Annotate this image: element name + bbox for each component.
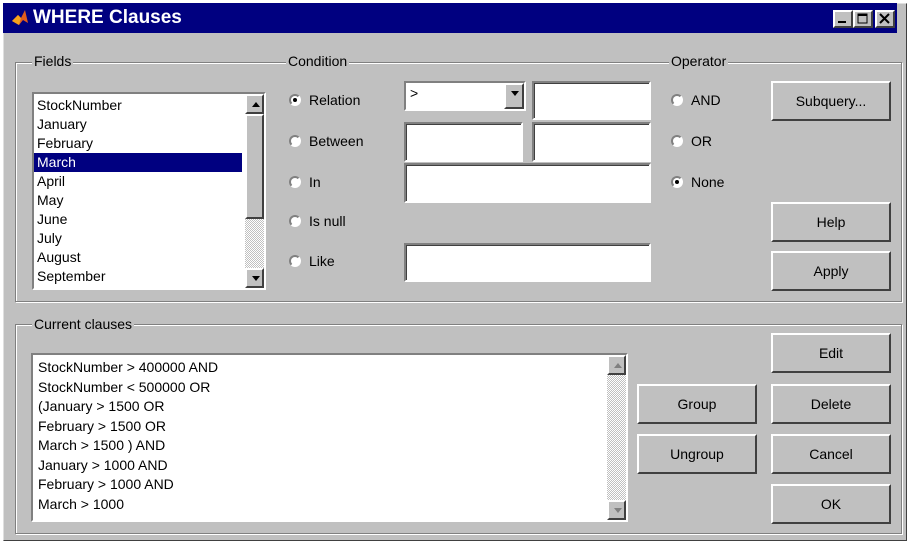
minimize-button[interactable] bbox=[833, 10, 853, 28]
dropdown-button[interactable] bbox=[504, 83, 524, 109]
scroll-down-button[interactable] bbox=[607, 500, 626, 520]
maximize-icon bbox=[857, 13, 868, 24]
window-title: WHERE Clauses bbox=[33, 7, 182, 28]
condition-group-label: Condition bbox=[286, 53, 350, 69]
and-radio[interactable]: AND bbox=[671, 90, 721, 110]
clauses-scrollbar[interactable] bbox=[607, 355, 626, 520]
current-clauses-listbox[interactable]: StockNumber > 400000 AND StockNumber < 50… bbox=[31, 353, 628, 522]
list-item[interactable]: StockNumber bbox=[34, 96, 242, 115]
group-button[interactable]: Group bbox=[637, 384, 757, 424]
between-max-input[interactable] bbox=[532, 122, 651, 162]
radio-dot bbox=[671, 176, 683, 188]
list-item[interactable]: September bbox=[34, 267, 242, 286]
matlab-icon bbox=[12, 10, 28, 25]
radio-dot bbox=[289, 215, 301, 227]
list-item[interactable]: January bbox=[34, 115, 242, 134]
relation-value-input[interactable] bbox=[532, 81, 651, 120]
radio-dot bbox=[289, 176, 301, 188]
in-values-input[interactable] bbox=[404, 163, 651, 203]
fields-scrollbar[interactable] bbox=[245, 94, 264, 288]
like-label: Like bbox=[309, 253, 335, 269]
minimize-icon bbox=[838, 21, 846, 23]
arrow-up-icon bbox=[252, 102, 260, 107]
list-item[interactable]: July bbox=[34, 229, 242, 248]
list-item[interactable]: May bbox=[34, 191, 242, 210]
clause-line[interactable]: March > 1500 ) AND bbox=[35, 436, 605, 456]
between-label: Between bbox=[309, 133, 364, 149]
arrow-up-icon bbox=[614, 363, 622, 368]
delete-button[interactable]: Delete bbox=[771, 384, 891, 424]
list-item[interactable]: June bbox=[34, 210, 242, 229]
edit-button[interactable]: Edit bbox=[771, 333, 891, 373]
between-min-input[interactable] bbox=[404, 122, 523, 162]
maximize-button[interactable] bbox=[853, 10, 873, 28]
clause-line[interactable]: March > 1000 bbox=[35, 495, 605, 515]
isnull-label: Is null bbox=[309, 213, 346, 229]
radio-dot bbox=[289, 94, 301, 106]
fields-scroll-thumb[interactable] bbox=[245, 114, 264, 219]
or-label: OR bbox=[691, 133, 712, 149]
arrow-down-icon bbox=[252, 276, 260, 281]
close-button[interactable] bbox=[875, 10, 895, 28]
list-item[interactable]: March bbox=[34, 153, 242, 172]
or-radio[interactable]: OR bbox=[671, 131, 712, 151]
help-button[interactable]: Help bbox=[771, 202, 891, 242]
chevron-down-icon bbox=[511, 91, 519, 96]
relation-operator-value: > bbox=[410, 85, 419, 101]
cancel-button[interactable]: Cancel bbox=[771, 434, 891, 474]
clause-line[interactable]: StockNumber > 400000 AND bbox=[35, 358, 605, 378]
clause-line[interactable]: January > 1000 AND bbox=[35, 456, 605, 476]
close-icon bbox=[879, 13, 890, 24]
isnull-radio[interactable]: Is null bbox=[289, 211, 346, 231]
clause-line[interactable]: February > 1500 OR bbox=[35, 417, 605, 437]
and-label: AND bbox=[691, 92, 721, 108]
like-radio[interactable]: Like bbox=[289, 251, 335, 271]
radio-dot bbox=[289, 255, 301, 267]
apply-button[interactable]: Apply bbox=[771, 251, 891, 291]
relation-label: Relation bbox=[309, 92, 361, 108]
relation-operator-select[interactable]: > bbox=[404, 81, 526, 111]
list-item[interactable]: August bbox=[34, 248, 242, 267]
in-label: In bbox=[309, 174, 321, 190]
between-radio[interactable]: Between bbox=[289, 131, 363, 151]
arrow-down-icon bbox=[614, 508, 622, 513]
none-label: None bbox=[691, 174, 725, 190]
radio-dot bbox=[289, 135, 301, 147]
ungroup-button[interactable]: Ungroup bbox=[637, 434, 757, 474]
subquery-button[interactable]: Subquery... bbox=[771, 81, 891, 121]
fields-listbox[interactable]: StockNumber January February March April May J… bbox=[32, 92, 266, 290]
clause-line[interactable]: February > 1000 AND bbox=[35, 475, 605, 495]
relation-radio[interactable]: Relation bbox=[289, 90, 360, 110]
clause-line[interactable]: StockNumber < 500000 OR bbox=[35, 378, 605, 398]
like-pattern-input[interactable] bbox=[404, 243, 651, 282]
list-item[interactable]: February bbox=[34, 134, 242, 153]
in-radio[interactable]: In bbox=[289, 172, 321, 192]
scroll-up-button[interactable] bbox=[607, 355, 626, 375]
current-clauses-label: Current clauses bbox=[32, 316, 135, 332]
radio-dot bbox=[671, 94, 683, 106]
operator-group-label: Operator bbox=[669, 53, 729, 69]
scroll-down-button[interactable] bbox=[245, 268, 264, 288]
radio-dot bbox=[671, 135, 683, 147]
title-bar[interactable]: WHERE Clauses bbox=[3, 3, 897, 33]
none-radio[interactable]: None bbox=[671, 172, 724, 192]
clause-line[interactable]: (January > 1500 OR bbox=[35, 397, 605, 417]
fields-group-label: Fields bbox=[32, 53, 74, 69]
scroll-up-button[interactable] bbox=[245, 94, 264, 114]
ok-button[interactable]: OK bbox=[771, 484, 891, 524]
list-item[interactable]: April bbox=[34, 172, 242, 191]
